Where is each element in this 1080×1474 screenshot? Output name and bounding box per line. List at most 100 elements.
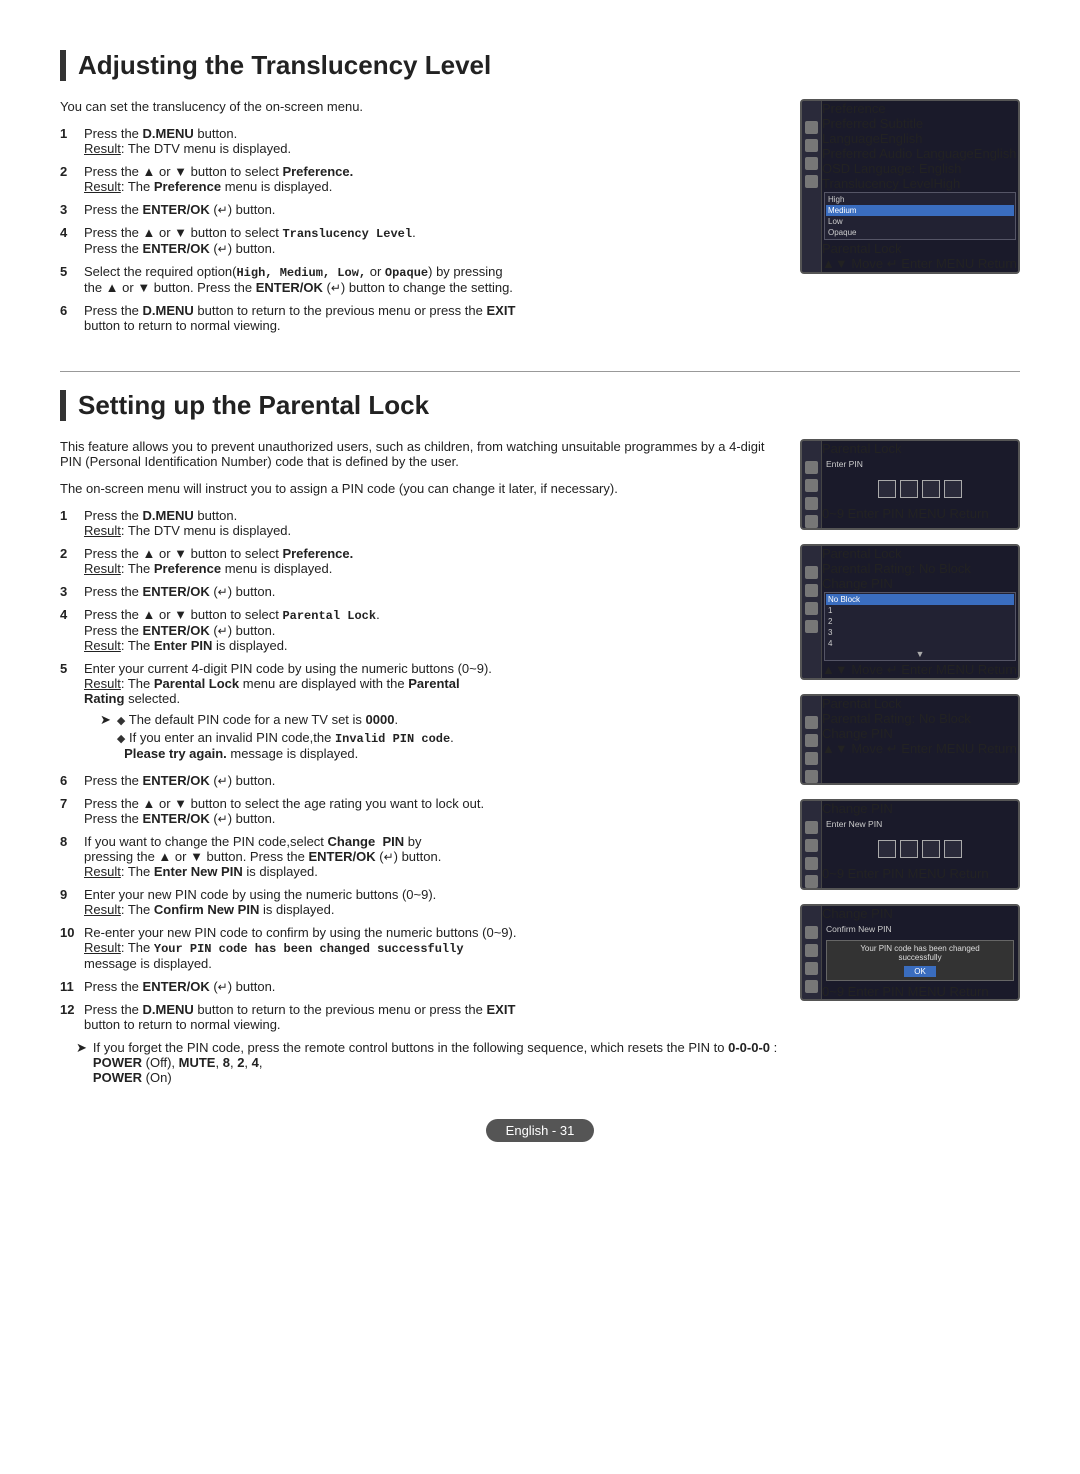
s2-step7: 7 Press the ▲ or ▼ button to select the …: [60, 796, 780, 826]
s3-dd-more: ▼: [826, 649, 1014, 659]
icon1: [805, 121, 818, 134]
s2-step1-num: 1: [60, 508, 76, 538]
section2-steps: 1 Press the D.MENU button. Result: The D…: [60, 508, 780, 1032]
s2-step11-num: 11: [60, 979, 76, 994]
footer-badge: English - 31: [486, 1119, 595, 1142]
icon2: [805, 139, 818, 152]
s6-icon2: [805, 944, 818, 957]
s2-step8-body: If you want to change the PIN code,selec…: [84, 834, 780, 879]
s2-step5-num: 5: [60, 661, 76, 765]
s2-icon2: [805, 479, 818, 492]
screen6-footer-left: 0~9 Enter PIN: [822, 984, 904, 999]
step3-body: Press the ENTER/OK (↵) button.: [84, 202, 780, 217]
screen6-icons: [802, 906, 822, 999]
step2-num: 2: [60, 164, 76, 194]
screen1-row4-highlight: Translucency LevelHigh: [822, 176, 1018, 191]
screen6-message: Your PIN code has been changedsuccessful…: [830, 944, 1010, 962]
s3-dd-2: 2: [826, 616, 1014, 627]
screen6-ok-btn[interactable]: OK: [904, 966, 936, 977]
screen1-dropdown: High Medium Low Opaque: [824, 192, 1016, 240]
screen3-footer-move: ▲▼ Move: [822, 662, 883, 677]
screen1-footer: ▲▼ Move ↵ Enter MENU Return: [822, 256, 1018, 272]
dropdown-item-low: Low: [826, 216, 1014, 227]
screen1-content: Preference Preferred Subtitle LanguageEn…: [822, 101, 1018, 272]
screen3-row1: Parental Rating: No Block: [822, 561, 1018, 576]
step4-body: Press the ▲ or ▼ button to select Transl…: [84, 225, 780, 256]
s2-step8: 8 If you want to change the PIN code,sel…: [60, 834, 780, 879]
section-divider: [60, 371, 1020, 372]
s2-step3-num: 3: [60, 584, 76, 599]
pin-box-1: [878, 480, 896, 498]
step6-body: Press the D.MENU button to return to the…: [84, 303, 780, 333]
s2-step6-body: Press the ENTER/OK (↵) button.: [84, 773, 780, 788]
screen6-footer: 0~9 Enter PIN MENU Return: [822, 984, 1018, 999]
dropdown-item-opaque: Opaque: [826, 227, 1014, 238]
s5-icon4: [805, 875, 818, 888]
step6-num: 6: [60, 303, 76, 333]
s2-step10-body: Re-enter your new PIN code to confirm by…: [84, 925, 780, 971]
screen4-row2: Change PIN: [822, 726, 1018, 741]
s2-step8-num: 8: [60, 834, 76, 879]
s3-icon1: [805, 566, 818, 579]
screen1-mockup: Preference Preferred Subtitle LanguageEn…: [800, 99, 1020, 274]
s2-step4: 4 Press the ▲ or ▼ button to select Pare…: [60, 607, 780, 653]
screen3-body: Parental Rating: No Block Change PIN No …: [822, 561, 1018, 661]
screen6-label: Confirm New PIN: [822, 921, 1018, 937]
s4-icon4: [805, 770, 818, 783]
s2-step2: 2 Press the ▲ or ▼ button to select Pref…: [60, 546, 780, 576]
s4-icon2: [805, 734, 818, 747]
s2-step4-body: Press the ▲ or ▼ button to select Parent…: [84, 607, 780, 653]
screen3-content: Parental Lock Parental Rating: No Block …: [822, 546, 1018, 678]
screen4-body: Parental Rating: No Block Change PIN: [822, 711, 1018, 741]
screen1-row2: Preferred Audio LanguageEnglish: [822, 146, 1018, 161]
s2-step10-num: 10: [60, 925, 76, 971]
icon3: [805, 157, 818, 170]
s3-icon2: [805, 584, 818, 597]
s5-icon3: [805, 857, 818, 870]
subnote-block: ➤ ◆ The default PIN code for a new TV se…: [100, 712, 780, 761]
screen4-icons: [802, 696, 822, 783]
step6: 6 Press the D.MENU button to return to t…: [60, 303, 780, 333]
screen3-dropdown: No Block 1 2 3 4 ▼: [824, 592, 1016, 661]
section2-content: This feature allows you to prevent unaut…: [60, 439, 780, 1089]
screen4-content: Parental Lock Parental Rating: No Block …: [822, 696, 1018, 783]
screen4-title: Parental Lock: [822, 696, 1018, 711]
screen2-title: Parental Lock: [822, 441, 1018, 456]
s2-step6-num: 6: [60, 773, 76, 788]
page-footer: English - 31: [60, 1119, 1020, 1142]
screen4-footer: ▲▼ Move ↵ Enter MENU Return: [822, 741, 1018, 757]
screen5-footer-left: 0~9 Enter PIN: [822, 866, 904, 881]
subnote1: ◆ The default PIN code for a new TV set …: [117, 712, 454, 727]
step5-body: Select the required option(High, Medium,…: [84, 264, 780, 295]
dropdown-item-high: High: [826, 194, 1014, 205]
screen5-label: Enter New PIN: [822, 816, 1018, 832]
s2-step12-num: 12: [60, 1002, 76, 1032]
section2: Setting up the Parental Lock This featur…: [60, 390, 1020, 1089]
screen5-footer: 0~9 Enter PIN MENU Return: [822, 866, 1018, 881]
s3-icon4: [805, 620, 818, 633]
s3-dd-3: 3: [826, 627, 1014, 638]
section1-steps: 1 Press the D.MENU button. Result: The D…: [60, 126, 780, 333]
screen2-mockup: Parental Lock Enter PIN 0~9 Enter PIN ME…: [800, 439, 1020, 530]
screen6-body: Confirm New PIN Your PIN code has been c…: [822, 921, 1018, 981]
s5-pin-box-2: [900, 840, 918, 858]
s5-pin-box-1: [878, 840, 896, 858]
arrow-sym: ➤: [100, 712, 111, 728]
screen3-footer-enter: ↵ Enter: [887, 662, 933, 677]
s2-step11-body: Press the ENTER/OK (↵) button.: [84, 979, 780, 994]
screen2-body: Enter PIN: [822, 456, 1018, 506]
screen1-row1: Preferred Subtitle LanguageEnglish: [822, 116, 1018, 146]
section1: Adjusting the Translucency Level You can…: [60, 50, 1020, 341]
s5-pin-box-4: [944, 840, 962, 858]
screen5-body: Enter New PIN: [822, 816, 1018, 866]
pin-box-3: [922, 480, 940, 498]
screen4-mockup: Parental Lock Parental Rating: No Block …: [800, 694, 1020, 785]
pin-box-4: [944, 480, 962, 498]
dropdown-item-medium: Medium: [826, 205, 1014, 216]
s2-step9-body: Enter your new PIN code by using the num…: [84, 887, 780, 917]
s2-step5-subnotes: ➤ ◆ The default PIN code for a new TV se…: [84, 712, 780, 761]
s2-step3-body: Press the ENTER/OK (↵) button.: [84, 584, 780, 599]
s2-step7-body: Press the ▲ or ▼ button to select the ag…: [84, 796, 780, 826]
final-note-text: If you forget the PIN code, press the re…: [93, 1040, 780, 1085]
step4-num: 4: [60, 225, 76, 256]
